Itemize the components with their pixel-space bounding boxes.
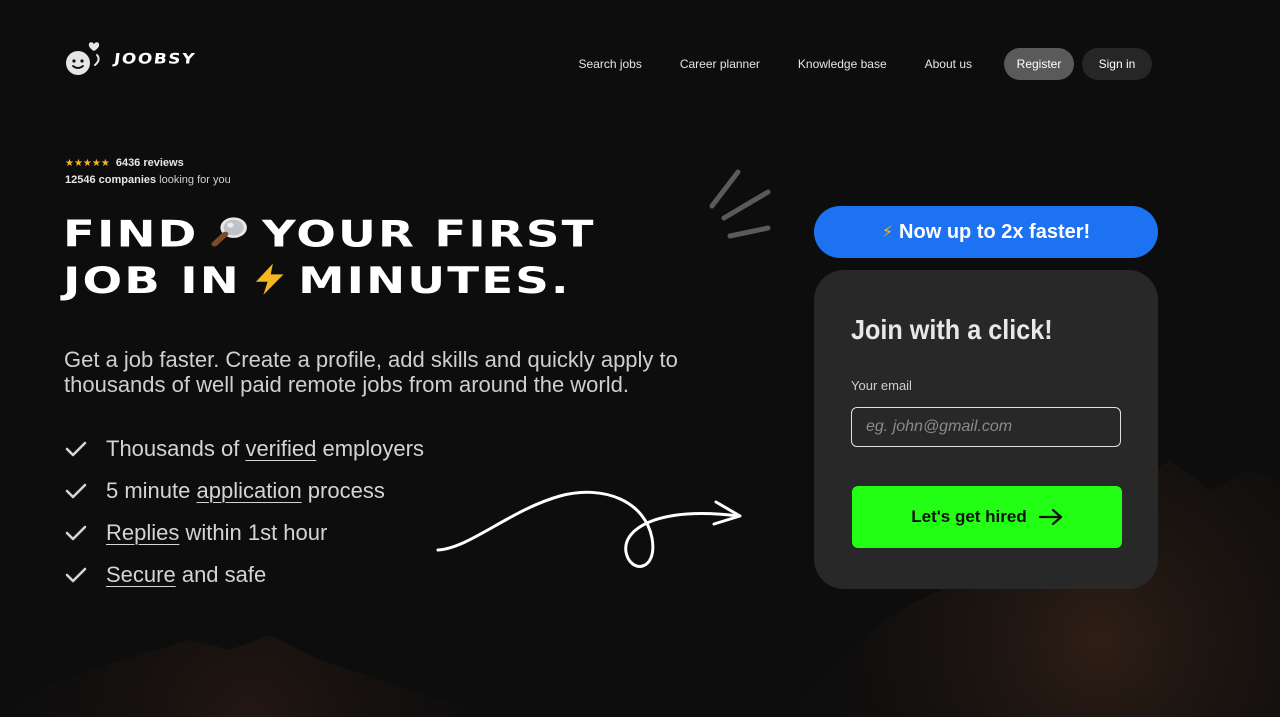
doodle-arrow-icon — [436, 490, 742, 568]
reviews-summary: ★★★★★ 6436 reviews 12546 companies looki… — [65, 157, 231, 186]
hero-subtext: Get a job faster. Create a profile, add … — [64, 347, 678, 397]
arrow-right-icon — [1038, 509, 1062, 525]
get-hired-label: Let's get hired — [911, 507, 1027, 526]
check-icon — [65, 483, 87, 499]
feature-text-post: employers — [316, 436, 424, 461]
feature-text-post: process — [301, 478, 385, 503]
check-icon — [65, 441, 87, 457]
hero-headline: FIND YOUR FIRST JOB IN MINUTES. — [63, 212, 805, 305]
headline-find: FIND — [63, 213, 199, 256]
smiley-heart-icon — [64, 40, 104, 78]
list-item: Thousands of verified employers — [64, 428, 424, 470]
headline-your-first: YOUR FIRST — [262, 213, 596, 256]
companies-count: 12546 companies — [65, 174, 157, 186]
register-button[interactable]: Register — [1004, 48, 1074, 80]
speed-badge-text: Now up to 2x faster! — [899, 220, 1091, 243]
nav-career-planner[interactable]: Career planner — [680, 57, 760, 71]
lightning-icon — [251, 260, 287, 306]
companies-count-line: 12546 companies looking for you — [65, 174, 231, 186]
feature-text-pre: Thousands of — [106, 436, 246, 461]
sign-in-button[interactable]: Sign in — [1082, 48, 1152, 80]
check-icon — [65, 567, 87, 583]
feature-text-post: and safe — [175, 562, 267, 587]
speed-badge: ⚡ Now up to 2x faster! — [814, 206, 1158, 258]
feature-link-application[interactable]: application — [197, 478, 302, 504]
rating-stars-icon: ★★★★★ — [65, 157, 110, 169]
nav-knowledge-base[interactable]: Knowledge base — [798, 57, 887, 71]
feature-list: Thousands of verified employers 5 minute… — [64, 428, 424, 596]
email-field[interactable] — [851, 407, 1121, 447]
list-item: Secure and safe — [64, 554, 424, 596]
get-hired-button[interactable]: Let's get hired — [852, 486, 1122, 548]
lightning-icon: ⚡ — [881, 224, 894, 241]
burst-lines-icon — [709, 169, 771, 239]
magnifier-icon — [209, 213, 251, 259]
feature-text-post: within 1st hour — [179, 520, 328, 545]
feature-text-pre: 5 minute — [106, 478, 197, 503]
email-label: Your email — [851, 378, 912, 393]
brand-name: JOOBSY — [112, 50, 197, 68]
feature-link-secure[interactable]: Secure — [106, 562, 176, 588]
list-item: 5 minute application process — [64, 470, 424, 512]
companies-suffix: looking for you — [156, 174, 231, 186]
reviews-count: 6436 reviews — [115, 157, 184, 169]
list-item: Replies within 1st hour — [64, 512, 424, 554]
top-nav: Search jobs Career planner Knowledge bas… — [578, 48, 1152, 80]
signup-title: Join with a click! — [851, 314, 1053, 345]
brand-logo[interactable]: JOOBSY — [64, 40, 197, 78]
headline-minutes: MINUTES. — [298, 260, 571, 303]
feature-link-replies[interactable]: Replies — [106, 520, 179, 546]
check-icon — [65, 525, 87, 541]
signup-card: Join with a click! Your email Let's get … — [814, 270, 1158, 589]
headline-job-in: JOB IN — [63, 260, 241, 303]
feature-link-verified[interactable]: verified — [245, 436, 316, 462]
nav-about-us[interactable]: About us — [925, 57, 972, 71]
nav-search-jobs[interactable]: Search jobs — [578, 57, 641, 71]
